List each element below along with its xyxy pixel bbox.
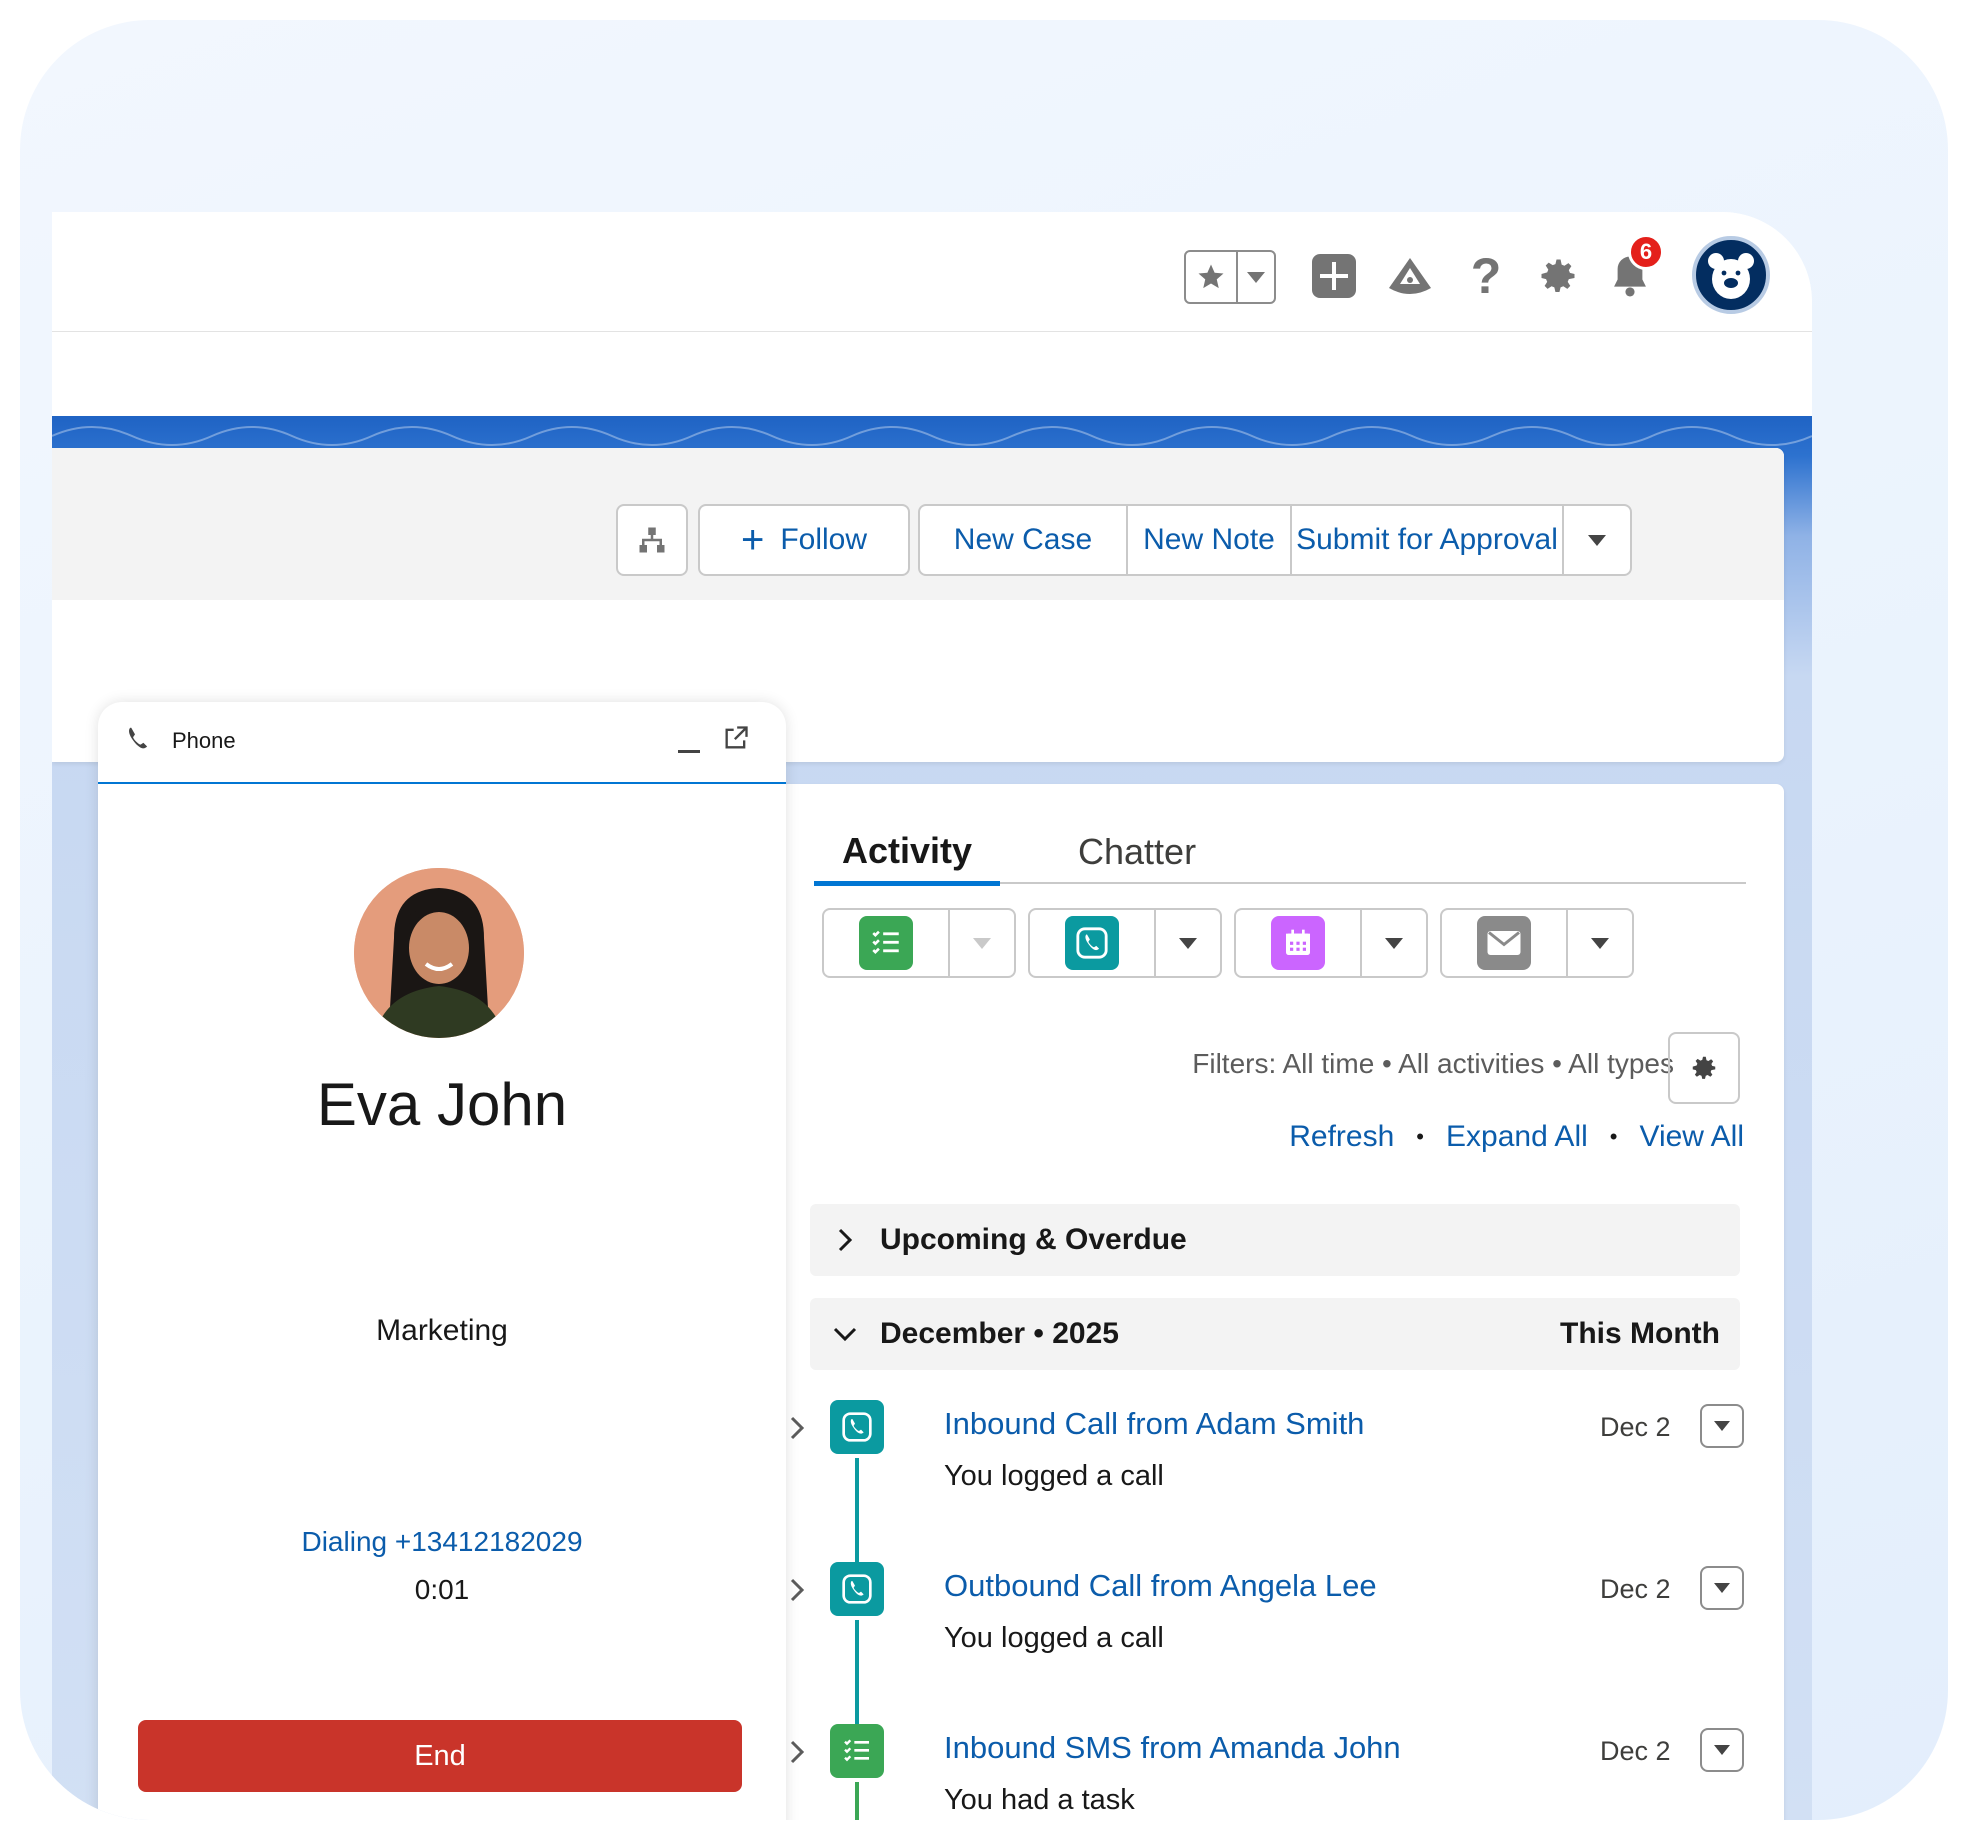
add-icon[interactable] (1306, 248, 1362, 304)
salesforce-window: ? 6 + Follow New Case New Note Submit fo… (52, 212, 1812, 1820)
more-actions-button[interactable] (1564, 506, 1630, 574)
popout-icon[interactable] (722, 724, 750, 757)
screenshot-frame: ? 6 + Follow New Case New Note Submit fo… (20, 20, 1948, 1820)
dialing-status: Dialing +13412182029 (301, 1526, 583, 1557)
month-right-label: This Month (1560, 1317, 1720, 1350)
global-header: ? 6 (52, 212, 1812, 332)
contact-name: Eva John (316, 1071, 568, 1138)
chevron-down-icon[interactable] (1362, 910, 1426, 976)
month-section[interactable]: December • 2025 This Month (810, 1298, 1740, 1370)
chevron-right-icon (810, 1227, 880, 1253)
timeline-item: Inbound SMS from Amanda John You had a t… (780, 1724, 1784, 1820)
phone-panel: Phone Eva John Marketing Dialing +134121… (98, 702, 786, 1820)
upcoming-overdue-section[interactable]: Upcoming & Overdue (810, 1204, 1740, 1276)
activity-card: Activity Chatter Filters: All time • All… (780, 784, 1784, 1820)
task-icon (830, 1724, 884, 1778)
contact-department: Marketing (376, 1314, 508, 1347)
view-all-link[interactable]: View All (1639, 1120, 1744, 1154)
timeline-connector (855, 1620, 859, 1724)
phone-header: Phone (98, 702, 786, 784)
tab-activity[interactable]: Activity (814, 820, 1000, 886)
call-icon (830, 1400, 884, 1454)
navigation-bar (52, 332, 1812, 416)
timeline-item: Inbound Call from Adam Smith You logged … (780, 1400, 1784, 1562)
activity-title-link[interactable]: Inbound Call from Adam Smith (944, 1406, 1364, 1442)
filters-summary: Filters: All time • All activities • All… (1192, 1048, 1674, 1079)
timeline-connector (855, 1458, 859, 1562)
chevron-down-icon[interactable] (1568, 910, 1632, 976)
tab-chatter[interactable]: Chatter (1078, 820, 1196, 884)
activity-links: Refresh • Expand All • View All (1289, 1120, 1744, 1154)
refresh-link[interactable]: Refresh (1289, 1120, 1394, 1154)
chevron-right-icon[interactable] (786, 1414, 808, 1447)
avatar[interactable] (1692, 236, 1770, 314)
activity-title-link[interactable]: Inbound SMS from Amanda John (944, 1730, 1401, 1766)
chevron-down-icon (1588, 534, 1606, 546)
gear-icon (1692, 1056, 1716, 1079)
upcoming-label: Upcoming & Overdue (880, 1223, 1187, 1256)
chevron-down-icon (1714, 1583, 1730, 1593)
new-note-button[interactable]: New Note (1128, 506, 1292, 574)
filter-settings-button[interactable] (1668, 1032, 1740, 1104)
hierarchy-icon (639, 527, 665, 553)
activity-title-link[interactable]: Outbound Call from Angela Lee (944, 1568, 1377, 1604)
activity-menu-button[interactable] (1700, 1728, 1744, 1772)
activity-date: Dec 2 (1600, 1574, 1671, 1604)
phone-icon (124, 724, 154, 759)
activity-tabs: Activity Chatter (814, 820, 1746, 886)
chevron-down-icon[interactable] (1156, 910, 1220, 976)
call-icon (830, 1562, 884, 1616)
hierarchy-button[interactable] (616, 504, 688, 576)
chevron-right-icon[interactable] (786, 1576, 808, 1609)
activity-date: Dec 2 (1600, 1412, 1671, 1442)
end-call-button[interactable]: End (138, 1720, 742, 1792)
chevron-down-icon[interactable] (950, 910, 1014, 976)
activity-subtitle: You had a task (944, 1784, 1135, 1816)
phone-title: Phone (172, 728, 236, 753)
record-action-group: New Case New Note Submit for Approval (918, 504, 1632, 576)
activity-subtitle: You logged a call (944, 1622, 1164, 1654)
month-label: December • 2025 (880, 1317, 1119, 1350)
trailhead-icon[interactable] (1382, 248, 1438, 304)
event-icon (1271, 916, 1325, 970)
call-timer: 0:01 (414, 1574, 470, 1605)
star-icon[interactable] (1186, 252, 1238, 302)
timeline-connector (855, 1782, 859, 1820)
setup-gear-icon[interactable] (1530, 248, 1586, 304)
minimize-icon[interactable] (676, 726, 704, 761)
task-icon (859, 916, 913, 970)
activity-date: Dec 2 (1600, 1736, 1671, 1766)
email-icon (1477, 916, 1531, 970)
log-call-publisher[interactable] (1028, 908, 1222, 978)
timeline-item: Outbound Call from Angela Lee You logged… (780, 1562, 1784, 1724)
band-pattern (52, 426, 1812, 446)
submit-for-approval-button[interactable]: Submit for Approval (1292, 506, 1564, 574)
notification-badge: 6 (1628, 234, 1664, 270)
email-publisher[interactable] (1440, 908, 1634, 978)
follow-label: Follow (780, 523, 868, 556)
help-icon[interactable]: ? (1458, 248, 1514, 304)
contact-photo (354, 868, 524, 1038)
chevron-down-icon (810, 1323, 880, 1345)
expand-all-link[interactable]: Expand All (1446, 1120, 1588, 1154)
new-case-button[interactable]: New Case (920, 506, 1128, 574)
call-icon (1065, 916, 1119, 970)
new-task-publisher[interactable] (822, 908, 1016, 978)
follow-button[interactable]: + Follow (698, 504, 910, 576)
chevron-down-icon (1714, 1421, 1730, 1431)
chevron-down-icon[interactable] (1238, 252, 1274, 302)
favorites-group[interactable] (1184, 250, 1276, 304)
plus-icon: + (740, 518, 765, 562)
chevron-down-icon (1714, 1745, 1730, 1755)
activity-subtitle: You logged a call (944, 1460, 1164, 1492)
chevron-right-icon[interactable] (786, 1738, 808, 1771)
activity-menu-button[interactable] (1700, 1566, 1744, 1610)
new-event-publisher[interactable] (1234, 908, 1428, 978)
activity-menu-button[interactable] (1700, 1404, 1744, 1448)
